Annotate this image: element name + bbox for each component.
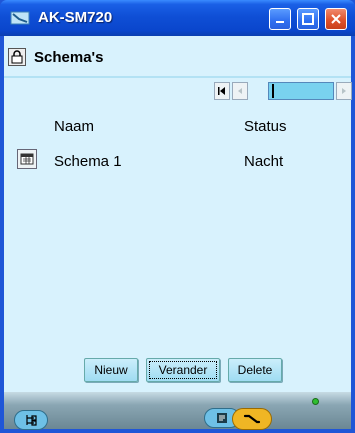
- prev-page-icon: [233, 83, 247, 99]
- app-logo-icon: [10, 10, 30, 26]
- wrench-icon: [233, 409, 271, 429]
- next-page-icon: [337, 83, 351, 99]
- maximize-icon: [298, 9, 318, 29]
- screen-header: Schema's: [4, 48, 351, 70]
- page-position-indicator: [272, 84, 274, 98]
- status-led: [312, 398, 319, 405]
- window-title: AK-SM720: [38, 9, 113, 26]
- edit-button[interactable]: Verander: [146, 358, 220, 382]
- table-row[interactable]: Schema 1 Nacht: [4, 146, 351, 176]
- column-header-status: Status: [244, 118, 287, 135]
- first-page-icon: [215, 83, 229, 99]
- maximize-button[interactable]: [297, 8, 319, 30]
- page-title: Schema's: [34, 49, 104, 66]
- network-button[interactable]: [14, 410, 48, 430]
- minimize-button[interactable]: [269, 8, 291, 30]
- prev-page-button[interactable]: [232, 82, 248, 100]
- title-bar[interactable]: AK-SM720: [0, 0, 355, 36]
- status-bar: [4, 392, 351, 430]
- padlock-icon[interactable]: [8, 48, 26, 66]
- tools-button[interactable]: [232, 408, 272, 430]
- schema-status: Nacht: [244, 153, 284, 170]
- delete-button[interactable]: Delete: [228, 358, 282, 382]
- app-window: AK-SM720 Schema's Naam Status Schema 1 N…: [0, 0, 355, 433]
- divider: [4, 76, 351, 78]
- next-page-button[interactable]: [336, 82, 352, 100]
- network-icon: [15, 411, 47, 429]
- page-position-track[interactable]: [268, 82, 334, 100]
- schema-name: Schema 1: [54, 153, 122, 170]
- close-button[interactable]: [325, 8, 347, 30]
- calendar-icon[interactable]: [17, 149, 37, 169]
- first-page-button[interactable]: [214, 82, 230, 100]
- main-panel: Schema's Naam Status Schema 1 Nacht Nieu…: [4, 36, 352, 430]
- column-header-name: Naam: [54, 118, 95, 135]
- new-button[interactable]: Nieuw: [84, 358, 138, 382]
- close-icon: [326, 9, 346, 29]
- minimize-icon: [270, 9, 290, 29]
